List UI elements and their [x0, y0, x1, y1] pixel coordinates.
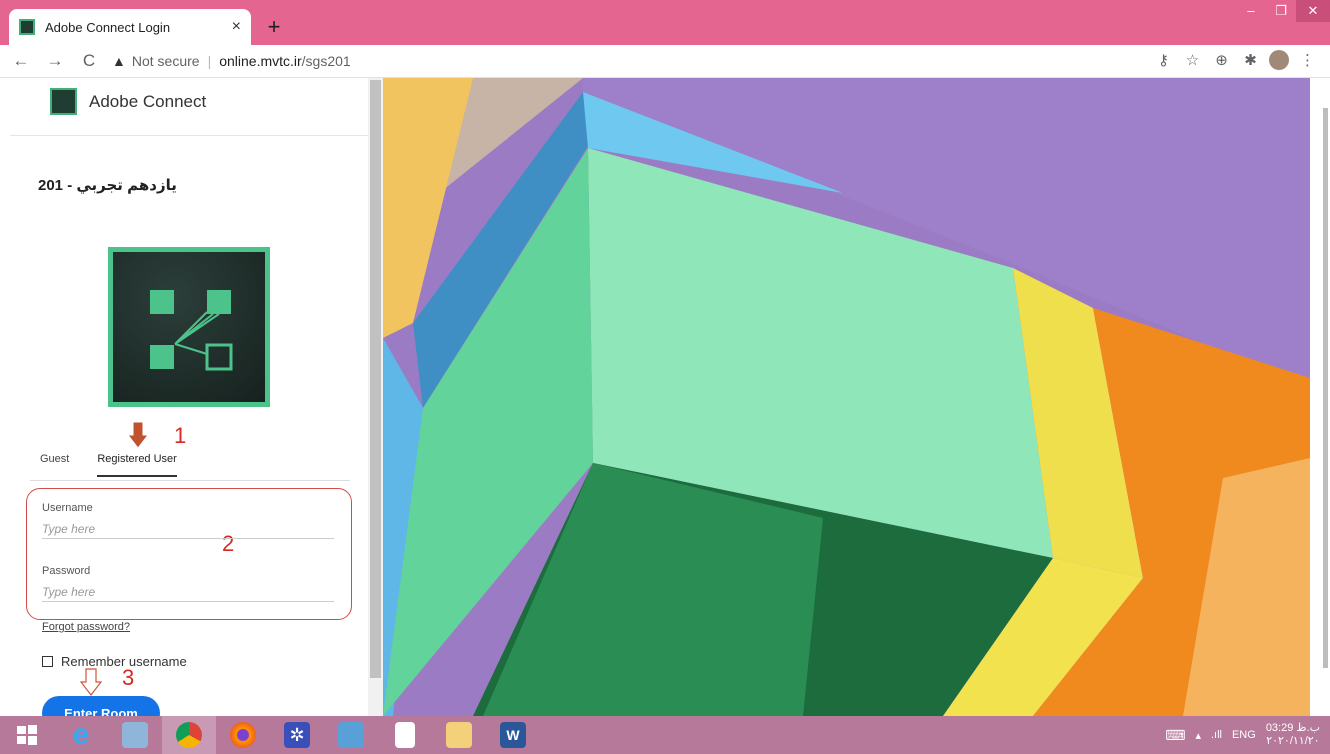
room-name: يازدهم تجربي - 201: [38, 177, 177, 194]
annotation-arrow-1-icon: [127, 421, 149, 449]
tab-guest[interactable]: Guest: [40, 453, 69, 477]
chrome-icon: [176, 722, 202, 748]
control-panel-icon: [338, 722, 364, 748]
brand-header: Adobe Connect: [50, 88, 206, 115]
forgot-password-link[interactable]: Forgot password?: [42, 621, 130, 633]
system-tray: ⌨ ▴ .ıll ENG 03:29 ب.ظ ۲۰۲۰/۱۱/۲۰: [1155, 716, 1320, 754]
adobe-connect-favicon-icon: [19, 19, 35, 35]
adobe-connect-app-icon: [108, 247, 270, 407]
tab-close-icon[interactable]: ×: [232, 18, 241, 36]
taskbar-firefox[interactable]: [216, 716, 270, 754]
annotation-arrow-3-icon: [80, 668, 102, 696]
taskbar-notepad[interactable]: [378, 716, 432, 754]
reload-button[interactable]: C: [76, 51, 102, 71]
remember-username-checkbox[interactable]: Remember username: [42, 654, 187, 669]
security-status: Not secure: [131, 53, 200, 69]
show-hidden-icons-icon[interactable]: ▴: [1195, 729, 1201, 742]
header-divider: [10, 135, 368, 136]
key-icon[interactable]: ⚷: [1149, 51, 1178, 69]
profile-avatar[interactable]: [1269, 50, 1289, 70]
page-content: Adobe Connect يازدهم تجربي - 201 1 Guest…: [0, 78, 1330, 716]
back-button[interactable]: ←: [8, 51, 34, 71]
new-tab-button[interactable]: +: [262, 14, 286, 40]
adobe-connect-logo-icon: [50, 88, 77, 115]
taskbar-internet-explorer[interactable]: e: [54, 716, 108, 754]
url-separator: |: [207, 53, 212, 69]
panel-scroll-thumb[interactable]: [370, 80, 381, 678]
taskbar-control-panel[interactable]: [324, 716, 378, 754]
taskbar-network[interactable]: [108, 716, 162, 754]
warning-icon[interactable]: ▲: [112, 53, 126, 69]
close-window-button[interactable]: ✕: [1296, 0, 1330, 22]
password-label: Password: [42, 565, 91, 577]
keyboard-icon[interactable]: ⌨: [1165, 727, 1185, 744]
language-indicator[interactable]: ENG: [1232, 729, 1256, 741]
firefox-icon: [230, 722, 256, 748]
settings-gear-icon: ✲: [284, 722, 310, 748]
window-controls: – ❐ ✕: [1236, 0, 1330, 30]
url-field[interactable]: ▲ Not secure | online.mvtc.ir/sgs201: [112, 53, 351, 69]
menu-kebab-icon[interactable]: ⋮: [1293, 51, 1322, 69]
toolbar-icons: ⚷ ☆ ⊕ ✱ ⋮: [1149, 50, 1322, 70]
forward-button[interactable]: →: [42, 51, 68, 71]
clock-date: ۲۰۲۰/۱۱/۲۰: [1266, 735, 1320, 747]
tab-registered-user[interactable]: Registered User: [97, 453, 177, 477]
taskbar-file-explorer[interactable]: [432, 716, 486, 754]
restore-button[interactable]: ❐: [1266, 0, 1296, 22]
file-explorer-icon: [446, 722, 472, 748]
bookmark-star-icon[interactable]: ☆: [1178, 51, 1207, 69]
browser-tab[interactable]: Adobe Connect Login ×: [9, 9, 251, 45]
brand-name: Adobe Connect: [89, 91, 207, 111]
username-input[interactable]: [42, 519, 334, 539]
username-label: Username: [42, 502, 93, 514]
network-monitor-icon: [122, 722, 148, 748]
page-scrollbar[interactable]: [1310, 78, 1330, 716]
taskbar-chrome[interactable]: [162, 716, 216, 754]
address-bar: ← → C ▲ Not secure | online.mvtc.ir/sgs2…: [0, 45, 1330, 78]
tabs-divider: [30, 480, 350, 481]
enter-room-button[interactable]: Enter Room: [42, 696, 160, 716]
tab-title: Adobe Connect Login: [45, 19, 171, 35]
url-host: online.mvtc.ir: [219, 53, 302, 69]
login-panel: Adobe Connect يازدهم تجربي - 201 1 Guest…: [0, 78, 368, 716]
clock-time: 03:29 ب.ظ: [1265, 722, 1320, 734]
panel-scrollbar[interactable]: [368, 78, 383, 716]
notepad-icon: [395, 722, 415, 748]
taskbar-word[interactable]: W: [486, 716, 540, 754]
page-scroll-thumb[interactable]: [1323, 108, 1328, 668]
windows-logo-icon: [17, 725, 37, 745]
minimize-button[interactable]: –: [1236, 0, 1266, 22]
password-input[interactable]: [42, 582, 334, 602]
annotation-1: 1: [174, 423, 187, 448]
hero-background-image: [383, 78, 1310, 716]
browser-tab-strip: Adobe Connect Login × + – ❐ ✕: [0, 0, 1330, 45]
globe-extension-icon[interactable]: ⊕: [1207, 51, 1236, 69]
signal-strength-icon[interactable]: .ıll: [1211, 729, 1222, 741]
windows-taskbar: e ✲ W ⌨ ▴ .ıll ENG 03:29 ب.ظ ۲۰۲۰/۱۱/۲۰: [0, 716, 1330, 754]
checkbox-icon[interactable]: [42, 656, 53, 667]
extensions-puzzle-icon[interactable]: ✱: [1236, 51, 1265, 69]
clock[interactable]: 03:29 ب.ظ ۲۰۲۰/۱۱/۲۰: [1266, 722, 1320, 748]
url-path: /sgs201: [301, 53, 351, 69]
word-icon: W: [500, 722, 526, 748]
internet-explorer-icon: e: [72, 718, 90, 751]
annotation-3: 3: [122, 665, 135, 690]
taskbar-settings[interactable]: ✲: [270, 716, 324, 754]
start-button[interactable]: [0, 716, 54, 754]
login-tabs: Guest Registered User: [40, 453, 177, 477]
